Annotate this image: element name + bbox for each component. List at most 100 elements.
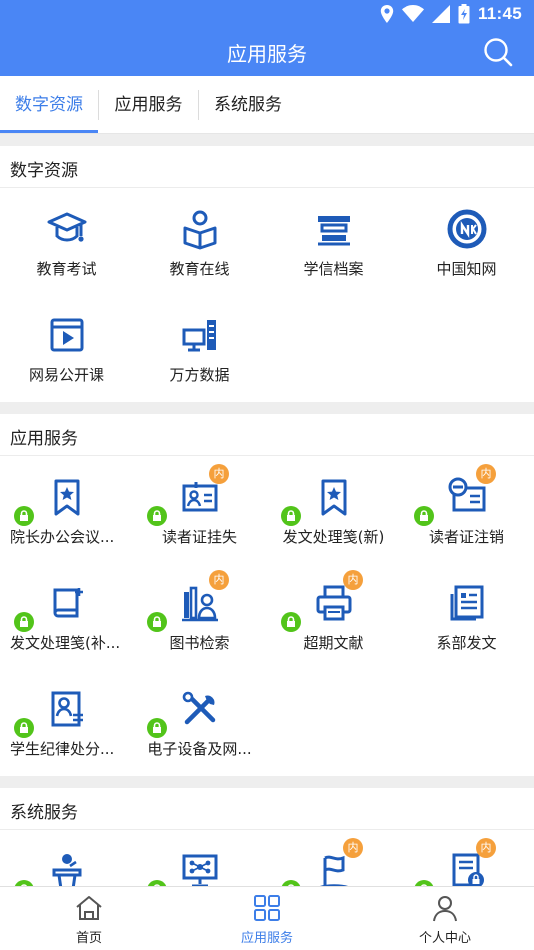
- section-gap: [0, 134, 534, 146]
- app-tile-label: 电子设备及网...: [147, 740, 252, 758]
- internal-badge: 内: [343, 570, 363, 590]
- nav-home[interactable]: 首页: [0, 887, 178, 950]
- app-tile-student-discipline[interactable]: 学生纪律处分...: [0, 668, 133, 774]
- tab-active-indicator: [0, 130, 98, 133]
- app-tile-system-4[interactable]: 内: [400, 830, 533, 886]
- internal-badge: 内: [343, 838, 363, 858]
- battery-icon: [458, 4, 470, 24]
- section-header-system: 系统服务: [0, 788, 534, 830]
- lock-icon: [14, 506, 34, 526]
- app-tile-card-loss[interactable]: 内 读者证挂失: [133, 456, 266, 562]
- app-tile-label: 读者证挂失: [161, 528, 237, 546]
- section-title: 系统服务: [10, 803, 78, 823]
- app-tile-label: 超期文献: [303, 634, 364, 652]
- system-services-grid: 内 内: [0, 830, 534, 886]
- bookmark-star-icon: [54, 479, 80, 516]
- internal-badge: 内: [209, 464, 229, 484]
- app-tile-overdue-docs[interactable]: 内 超期文献: [267, 562, 400, 668]
- computer-server-icon: [182, 320, 216, 352]
- app-tile-163-open-course[interactable]: 网易公开课: [0, 294, 133, 400]
- bottom-nav: 首页 应用服务 个人中心: [0, 886, 534, 950]
- tab-digital-resources[interactable]: 数字资源: [0, 76, 98, 134]
- tab-bar: 数字资源 应用服务 系统服务: [0, 76, 534, 134]
- app-tile-label: 系部发文: [436, 634, 497, 652]
- nav-app-services[interactable]: 应用服务: [178, 887, 356, 950]
- section-title: 数字资源: [10, 161, 78, 181]
- section-gap: [0, 402, 534, 414]
- tab-app-services[interactable]: 应用服务: [99, 76, 198, 134]
- lock-icon: [14, 612, 34, 632]
- app-tile-edu-online[interactable]: 教育在线: [133, 188, 266, 294]
- app-tile-system-1[interactable]: [0, 830, 133, 886]
- wifi-icon: [401, 5, 424, 22]
- app-tile-label: 万方数据: [169, 366, 230, 384]
- tools-icon: [182, 691, 216, 725]
- book-plus-icon: [53, 588, 83, 618]
- search-icon[interactable]: [482, 36, 514, 68]
- app-tile-label: 院长办公会议...: [10, 528, 115, 546]
- app-tile-label: 学信档案: [303, 260, 364, 278]
- app-tile-label: 网易公开课: [28, 366, 104, 384]
- reading-person-icon: [183, 210, 217, 250]
- app-tile-card-cancel[interactable]: 内 读者证注销: [400, 456, 533, 562]
- internal-badge: 内: [209, 570, 229, 590]
- lock-icon: [414, 506, 434, 526]
- app-tile-president-meeting[interactable]: 院长办公会议...: [0, 456, 133, 562]
- app-tile-edu-exam[interactable]: 教育考试: [0, 188, 133, 294]
- app-services-grid: 院长办公会议... 内 读者证挂失 发文处理笺(新) 内 读者证注销 发文处理笺…: [0, 456, 534, 776]
- app-tile-book-search[interactable]: 内 图书检索: [133, 562, 266, 668]
- person-document-icon: [51, 691, 83, 727]
- app-tile-label: 学生纪律处分...: [10, 740, 115, 758]
- section-header-digital: 数字资源: [0, 146, 534, 188]
- lock-icon: [147, 718, 167, 738]
- status-bar: 11:45: [0, 0, 534, 28]
- app-tile-doc-processing-new[interactable]: 发文处理笺(新): [267, 456, 400, 562]
- app-tile-label: 图书检索: [169, 634, 230, 652]
- internal-badge: 内: [476, 464, 496, 484]
- lock-icon: [147, 612, 167, 632]
- app-tile-label: 发文处理笺(新): [282, 528, 385, 546]
- location-icon: [380, 5, 394, 23]
- nav-label: 首页: [75, 931, 102, 946]
- app-tile-system-2[interactable]: [133, 830, 266, 886]
- app-tile-label: 发文处理笺(补...: [10, 634, 121, 652]
- app-tile-label: 读者证注销: [428, 528, 504, 546]
- section-gap: [0, 776, 534, 788]
- tab-system-services[interactable]: 系统服务: [199, 76, 297, 134]
- status-time: 11:45: [477, 4, 522, 23]
- app-tile-label: 教育考试: [36, 260, 97, 278]
- app-tile-cnki[interactable]: 中国知网: [400, 188, 533, 294]
- page-title: 应用服务: [227, 42, 307, 66]
- bookmark-star-icon: [321, 479, 347, 516]
- app-bar: 应用服务: [0, 28, 534, 76]
- section-title: 应用服务: [10, 429, 78, 449]
- graduation-cap-icon: [47, 212, 87, 242]
- signal-icon: [431, 5, 450, 23]
- speaker-podium-icon: [52, 854, 82, 886]
- archive-stack-icon: [318, 216, 350, 246]
- lock-icon: [14, 718, 34, 738]
- network-monitor-icon: [182, 854, 218, 886]
- status-icons: 11:45: [380, 3, 522, 25]
- nav-label: 应用服务: [240, 931, 293, 946]
- digital-grid: 教育考试 教育在线 学信档案 中国知网 网易公开课 万方数据: [0, 188, 534, 402]
- user-icon: [433, 896, 457, 922]
- lock-icon: [281, 612, 301, 632]
- app-tile-electronic-devices[interactable]: 电子设备及网...: [133, 668, 266, 774]
- lock-icon: [281, 506, 301, 526]
- home-icon: [76, 896, 102, 920]
- lock-icon: [147, 506, 167, 526]
- app-tile-department-docs[interactable]: 系部发文: [400, 562, 533, 668]
- app-tile-label: 中国知网: [436, 260, 497, 278]
- grid-icon: [254, 895, 280, 921]
- nav-label: 个人中心: [418, 931, 471, 946]
- app-tile-wanfang[interactable]: 万方数据: [133, 294, 266, 400]
- document-icon: [450, 585, 484, 621]
- cnki-logo-icon: [447, 209, 487, 249]
- video-play-icon: [50, 318, 84, 352]
- nav-profile[interactable]: 个人中心: [356, 887, 534, 950]
- app-tile-label: 教育在线: [169, 260, 230, 278]
- app-tile-chsi-archive[interactable]: 学信档案: [267, 188, 400, 294]
- app-tile-doc-processing-supp[interactable]: 发文处理笺(补...: [0, 562, 133, 668]
- app-tile-system-3[interactable]: 内: [267, 830, 400, 886]
